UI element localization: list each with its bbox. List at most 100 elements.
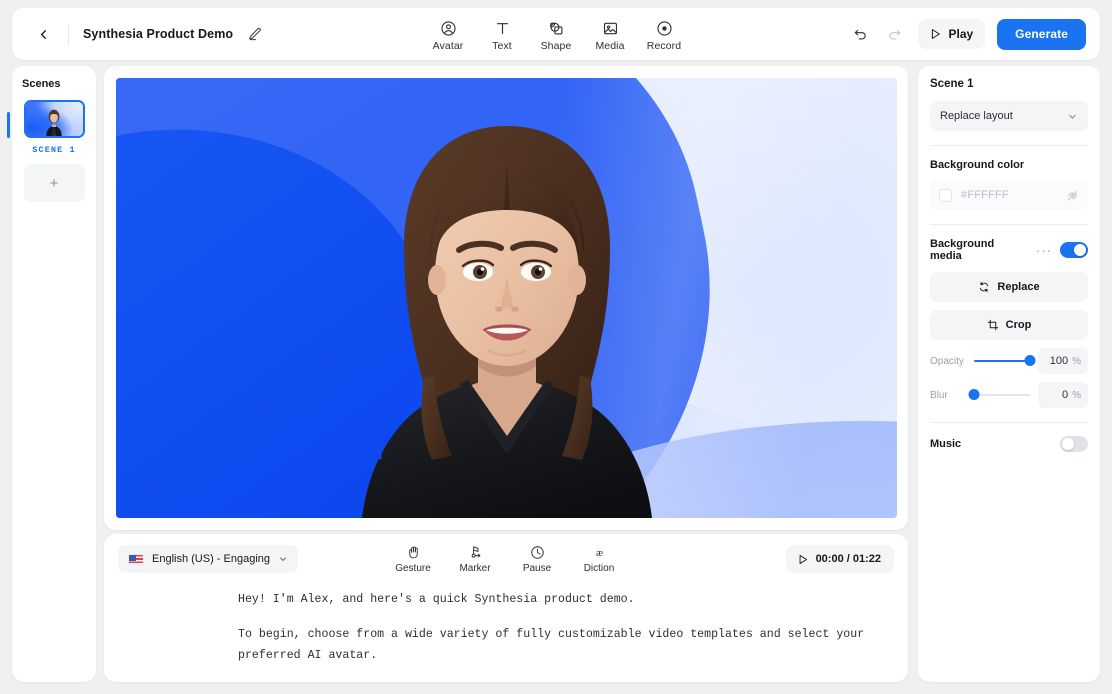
background-color-field[interactable]: #FFFFFF <box>930 180 1088 210</box>
panel-divider-3 <box>930 422 1088 423</box>
script-paragraph: Hey! I'm Alex, and here's a quick Synthe… <box>238 590 868 610</box>
opacity-value: 100 <box>1050 355 1068 367</box>
chevron-left-icon <box>36 27 51 42</box>
play-icon <box>796 553 809 566</box>
crop-media-button[interactable]: Crop <box>930 310 1088 340</box>
preview-play-button[interactable]: Play <box>918 19 985 49</box>
scene-thumbnail[interactable] <box>24 100 85 138</box>
chevron-down-icon <box>278 554 288 564</box>
toggle-knob <box>1074 244 1086 256</box>
script-panel: English (US) - Engaging Gest <box>104 534 908 682</box>
scenes-sidebar: Scenes SCENE 1 + <box>12 66 96 682</box>
script-tool-diction[interactable]: æ Diction <box>573 542 625 576</box>
toggle-knob <box>1062 438 1074 450</box>
opacity-slider-fill <box>974 360 1030 362</box>
tool-text[interactable]: Text <box>476 17 528 52</box>
avatar-icon <box>440 19 457 38</box>
video-canvas[interactable] <box>116 78 897 518</box>
shape-icon <box>548 19 565 38</box>
blur-slider-handle[interactable] <box>969 389 980 400</box>
synthesia-video-editor: Synthesia Product Demo Avatar <box>0 0 1112 694</box>
replace-layout-select[interactable]: Replace layout <box>930 101 1088 131</box>
background-color-label: Background color <box>930 159 1088 171</box>
tool-record-label: Record <box>647 40 681 52</box>
toolbar-left-group: Synthesia Product Demo <box>12 19 267 49</box>
blur-slider[interactable] <box>974 388 1030 402</box>
replace-media-button[interactable]: Replace <box>930 272 1088 302</box>
tool-record[interactable]: Record <box>638 17 690 52</box>
properties-panel: Scene 1 Replace layout Background color … <box>918 66 1100 682</box>
replace-media-label: Replace <box>997 281 1039 293</box>
language-voice-select[interactable]: English (US) - Engaging <box>118 545 298 573</box>
avatar-figure[interactable] <box>292 78 722 518</box>
tool-shape[interactable]: Shape <box>530 17 582 52</box>
record-icon <box>656 19 673 38</box>
undo-icon <box>853 27 868 42</box>
opacity-control: Opacity 100 % <box>930 348 1088 374</box>
tool-media[interactable]: Media <box>584 17 636 52</box>
video-canvas-panel <box>104 66 908 530</box>
script-playback-time: 00:00 / 01:22 <box>816 553 881 565</box>
color-swatch[interactable] <box>939 189 952 202</box>
background-media-toggle[interactable] <box>1060 242 1088 258</box>
opacity-value-box[interactable]: 100 % <box>1038 348 1088 374</box>
pause-clock-icon <box>530 544 545 561</box>
scenes-heading: Scenes <box>20 76 88 100</box>
script-tool-marker-label: Marker <box>459 563 490 574</box>
refresh-icon <box>978 281 990 293</box>
script-tool-pause[interactable]: Pause <box>511 542 563 576</box>
marker-pin-icon <box>468 544 483 561</box>
more-horizontal-icon[interactable]: ··· <box>1036 244 1052 257</box>
language-voice-value: English (US) - Engaging <box>152 553 270 565</box>
undo-button[interactable] <box>846 20 874 48</box>
script-tool-diction-label: Diction <box>584 563 615 574</box>
music-row: Music <box>930 436 1088 452</box>
background-media-header: Background media ··· <box>930 238 1088 262</box>
panel-divider-1 <box>930 145 1088 146</box>
tool-avatar[interactable]: Avatar <box>422 17 474 52</box>
opacity-slider[interactable] <box>974 354 1030 368</box>
background-color-value: #FFFFFF <box>961 189 1057 201</box>
tool-media-label: Media <box>595 40 624 52</box>
opacity-unit: % <box>1072 356 1081 367</box>
script-paragraph: To begin, choose from a wide variety of … <box>238 625 868 666</box>
tool-shape-label: Shape <box>541 40 572 52</box>
scene-thumbnail-avatar <box>44 105 64 136</box>
preview-play-label: Play <box>948 27 973 41</box>
redo-icon <box>887 27 902 42</box>
diction-ae-icon: æ <box>591 544 608 561</box>
script-text-editor[interactable]: Hey! I'm Alex, and here's a quick Synthe… <box>104 584 908 666</box>
redo-button[interactable] <box>880 20 908 48</box>
opacity-label: Opacity <box>930 356 966 367</box>
blur-unit: % <box>1072 390 1081 401</box>
media-icon <box>602 19 619 38</box>
scene-label: SCENE 1 <box>20 145 88 155</box>
script-tool-gesture[interactable]: Gesture <box>387 542 439 576</box>
music-toggle[interactable] <box>1060 436 1088 452</box>
back-button[interactable] <box>28 19 58 49</box>
script-toolbar: English (US) - Engaging Gest <box>104 534 908 584</box>
toolbar-divider <box>68 24 69 44</box>
svg-text:æ: æ <box>596 548 603 559</box>
blur-slider-rail <box>974 394 1030 396</box>
music-label: Music <box>930 438 1060 450</box>
rename-project-button[interactable] <box>243 22 267 46</box>
tool-avatar-label: Avatar <box>433 40 464 52</box>
us-flag-icon <box>128 554 144 565</box>
blur-value-box[interactable]: 0 % <box>1038 382 1088 408</box>
blur-control: Blur 0 % <box>930 382 1088 408</box>
scene-active-indicator <box>7 112 10 138</box>
crop-media-label: Crop <box>1006 319 1032 331</box>
scene-list-item[interactable]: SCENE 1 <box>20 100 88 155</box>
script-tool-gesture-label: Gesture <box>395 563 431 574</box>
no-color-icon[interactable] <box>1066 189 1079 202</box>
text-icon <box>494 19 511 38</box>
panel-divider-2 <box>930 224 1088 225</box>
script-tool-marker[interactable]: Marker <box>449 542 501 576</box>
add-scene-button[interactable]: + <box>24 164 85 202</box>
script-playback-button[interactable]: 00:00 / 01:22 <box>786 545 894 573</box>
tool-text-label: Text <box>492 40 512 52</box>
generate-button[interactable]: Generate <box>997 19 1086 50</box>
chevron-down-icon <box>1067 111 1078 122</box>
opacity-slider-handle[interactable] <box>1025 355 1036 366</box>
